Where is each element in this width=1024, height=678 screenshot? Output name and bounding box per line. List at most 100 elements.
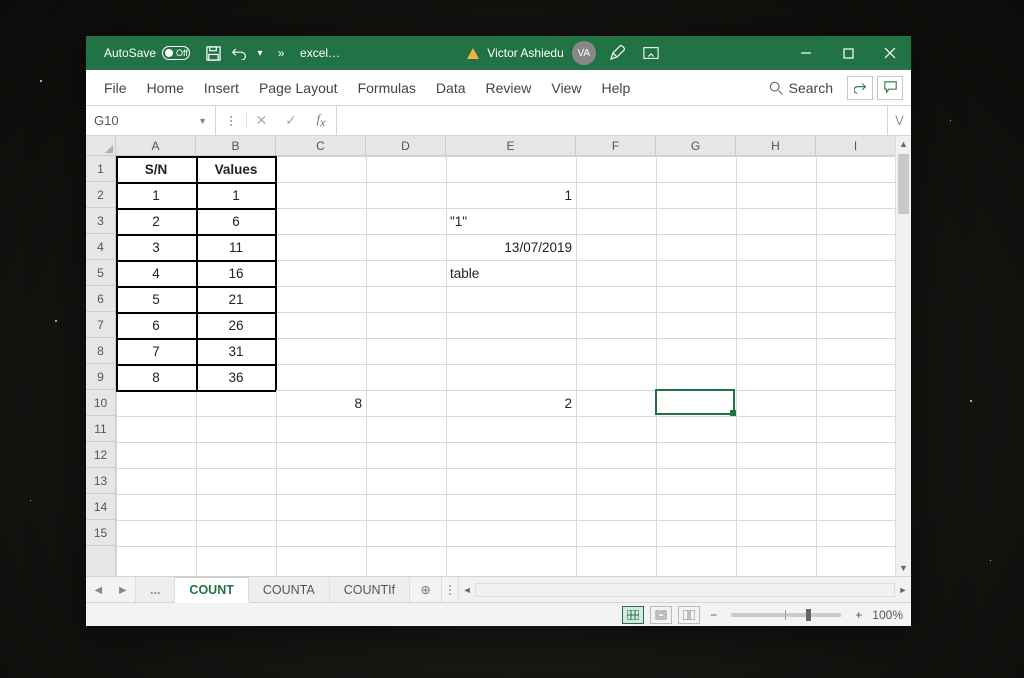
col-header-E[interactable]: E bbox=[446, 136, 576, 155]
sheet-tab-count[interactable]: COUNT bbox=[175, 577, 248, 603]
row-header-4[interactable]: 4 bbox=[86, 234, 115, 260]
tab-view[interactable]: View bbox=[541, 70, 591, 105]
cancel-formula-icon[interactable]: ✕ bbox=[246, 112, 276, 129]
toggle-switch[interactable]: Off bbox=[162, 46, 190, 60]
row-header-1[interactable]: 1 bbox=[86, 156, 115, 182]
close-button[interactable] bbox=[869, 36, 911, 70]
cell-B5[interactable]: 16 bbox=[196, 260, 276, 286]
tab-review[interactable]: Review bbox=[476, 70, 542, 105]
col-header-F[interactable]: F bbox=[576, 136, 656, 155]
avatar[interactable]: VA bbox=[572, 41, 596, 65]
row-header-7[interactable]: 7 bbox=[86, 312, 115, 338]
fx-icon[interactable]: fx bbox=[306, 111, 336, 130]
pen-icon[interactable] bbox=[604, 36, 630, 70]
sheet-drag-handle[interactable] bbox=[442, 577, 458, 602]
autosave-toggle[interactable]: AutoSave Off bbox=[86, 46, 200, 60]
tab-formulas[interactable]: Formulas bbox=[348, 70, 426, 105]
select-all-corner[interactable] bbox=[86, 136, 116, 155]
cell-A1[interactable]: S/N bbox=[116, 156, 196, 182]
row-header-9[interactable]: 9 bbox=[86, 364, 115, 390]
row-header-3[interactable]: 3 bbox=[86, 208, 115, 234]
tab-help[interactable]: Help bbox=[592, 70, 641, 105]
cell-A3[interactable]: 2 bbox=[116, 208, 196, 234]
page-break-view-button[interactable] bbox=[678, 606, 700, 624]
zoom-in-button[interactable]: + bbox=[851, 608, 866, 622]
cells-grid[interactable]: S/NValues112631141652162673183681"1"13/0… bbox=[116, 156, 911, 576]
cell-B2[interactable]: 1 bbox=[196, 182, 276, 208]
cell-B8[interactable]: 31 bbox=[196, 338, 276, 364]
tab-data[interactable]: Data bbox=[426, 70, 476, 105]
row-header-8[interactable]: 8 bbox=[86, 338, 115, 364]
row-header-12[interactable]: 12 bbox=[86, 442, 115, 468]
undo-icon[interactable] bbox=[226, 36, 252, 70]
cell-B9[interactable]: 36 bbox=[196, 364, 276, 390]
cell-E4[interactable]: 13/07/2019 bbox=[446, 234, 576, 260]
filename-area[interactable]: excel… bbox=[294, 46, 346, 60]
sheet-prev-icon[interactable]: ◄ bbox=[92, 583, 104, 597]
row-header-2[interactable]: 2 bbox=[86, 182, 115, 208]
cell-A9[interactable]: 8 bbox=[116, 364, 196, 390]
row-header-15[interactable]: 15 bbox=[86, 520, 115, 546]
col-header-H[interactable]: H bbox=[736, 136, 816, 155]
row-header-6[interactable]: 6 bbox=[86, 286, 115, 312]
cell-B3[interactable]: 6 bbox=[196, 208, 276, 234]
col-header-I[interactable]: I bbox=[816, 136, 896, 155]
tab-insert[interactable]: Insert bbox=[194, 70, 249, 105]
scroll-thumb[interactable] bbox=[898, 156, 909, 214]
cell-A5[interactable]: 4 bbox=[116, 260, 196, 286]
chevron-down-icon[interactable]: ▼ bbox=[198, 116, 207, 126]
cell-B7[interactable]: 26 bbox=[196, 312, 276, 338]
hscroll-right-icon[interactable]: ► bbox=[895, 585, 911, 595]
sheet-tab-counta[interactable]: COUNTA bbox=[249, 577, 330, 602]
sheet-next-icon[interactable]: ► bbox=[117, 583, 129, 597]
col-header-A[interactable]: A bbox=[116, 136, 196, 155]
sheet-tab-countif[interactable]: COUNTIf bbox=[330, 577, 410, 602]
ribbon-display-icon[interactable] bbox=[638, 36, 664, 70]
zoom-level[interactable]: 100% bbox=[872, 608, 903, 622]
comments-button[interactable] bbox=[877, 76, 903, 100]
row-header-10[interactable]: 10 bbox=[86, 390, 115, 416]
search-box[interactable]: Search bbox=[759, 80, 843, 96]
cell-A6[interactable]: 5 bbox=[116, 286, 196, 312]
formula-expand-icon[interactable]: ⋁ bbox=[887, 106, 911, 135]
row-header-14[interactable]: 14 bbox=[86, 494, 115, 520]
undo-dropdown[interactable]: ▾ bbox=[252, 36, 268, 70]
share-button[interactable] bbox=[847, 76, 873, 100]
cell-E5[interactable]: table bbox=[446, 260, 576, 286]
minimize-button[interactable] bbox=[785, 36, 827, 70]
zoom-out-button[interactable]: − bbox=[706, 608, 721, 622]
save-icon[interactable] bbox=[200, 36, 226, 70]
tab-page-layout[interactable]: Page Layout bbox=[249, 70, 348, 105]
enter-formula-icon[interactable]: ✓ bbox=[276, 112, 306, 129]
cell-B4[interactable]: 11 bbox=[196, 234, 276, 260]
cell-B6[interactable]: 21 bbox=[196, 286, 276, 312]
col-header-G[interactable]: G bbox=[656, 136, 736, 155]
add-sheet-button[interactable]: ⊕ bbox=[410, 577, 442, 602]
tab-home[interactable]: Home bbox=[137, 70, 194, 105]
cell-A2[interactable]: 1 bbox=[116, 182, 196, 208]
cell-A8[interactable]: 7 bbox=[116, 338, 196, 364]
formula-dots[interactable] bbox=[216, 116, 246, 126]
row-header-5[interactable]: 5 bbox=[86, 260, 115, 286]
vertical-scrollbar[interactable]: ▲ ▼ bbox=[895, 156, 911, 576]
col-header-B[interactable]: B bbox=[196, 136, 276, 155]
cell-E2[interactable]: 1 bbox=[446, 182, 576, 208]
formula-input[interactable] bbox=[337, 106, 887, 135]
row-header-11[interactable]: 11 bbox=[86, 416, 115, 442]
maximize-button[interactable] bbox=[827, 36, 869, 70]
col-header-C[interactable]: C bbox=[276, 136, 366, 155]
scroll-down-icon[interactable]: ▼ bbox=[896, 560, 911, 576]
cell-C10[interactable]: 8 bbox=[276, 390, 366, 416]
fill-handle[interactable] bbox=[730, 410, 736, 416]
hscroll-left-icon[interactable]: ◄ bbox=[459, 585, 475, 595]
cell-A7[interactable]: 6 bbox=[116, 312, 196, 338]
row-header-13[interactable]: 13 bbox=[86, 468, 115, 494]
tab-file[interactable]: File bbox=[94, 70, 137, 105]
col-header-D[interactable]: D bbox=[366, 136, 446, 155]
cell-E3[interactable]: "1" bbox=[446, 208, 576, 234]
sheet-nav[interactable]: ◄► bbox=[86, 577, 136, 602]
cell-B1[interactable]: Values bbox=[196, 156, 276, 182]
normal-view-button[interactable] bbox=[622, 606, 644, 624]
horizontal-scrollbar[interactable]: ◄ ► bbox=[458, 577, 911, 602]
cell-A4[interactable]: 3 bbox=[116, 234, 196, 260]
